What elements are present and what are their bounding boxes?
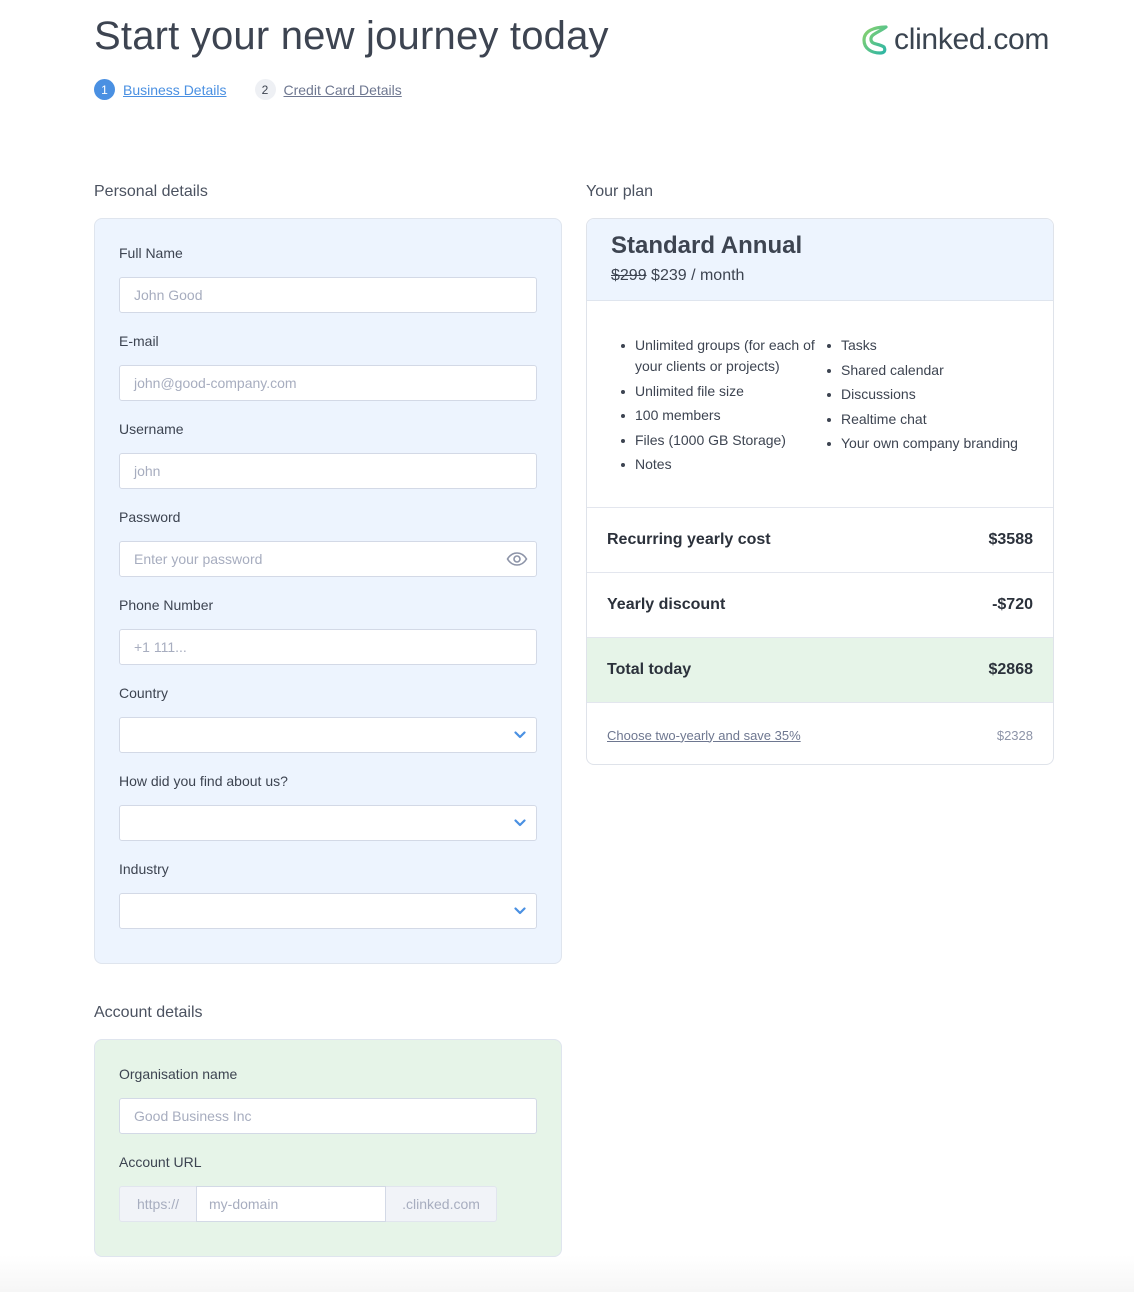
organisation-placeholder: Good Business Inc xyxy=(134,1108,252,1124)
discount-row: Yearly discount -$720 xyxy=(587,572,1053,637)
page-title: Start your new journey today xyxy=(94,14,609,58)
phone-input[interactable]: +1 111... xyxy=(119,629,537,665)
email-placeholder: john@good-company.com xyxy=(134,375,297,391)
plan-price: $299 $239 / month xyxy=(611,267,744,285)
feature-item: Shared calendar xyxy=(827,360,1037,381)
url-prefix: https:// xyxy=(119,1186,196,1222)
country-field: Country xyxy=(119,685,537,753)
full-name-label: Full Name xyxy=(119,245,183,261)
discount-label: Yearly discount xyxy=(607,596,726,613)
industry-select[interactable] xyxy=(119,893,537,929)
plan-new-price: $239 / month xyxy=(651,267,745,284)
account-url-label: Account URL xyxy=(119,1154,202,1170)
logo-text: clinked.com xyxy=(894,23,1050,56)
full-name-field: Full Name John Good xyxy=(119,245,537,313)
step-link-business-details[interactable]: Business Details xyxy=(123,82,227,98)
plan-old-price: $299 xyxy=(611,267,647,284)
industry-field: Industry xyxy=(119,861,537,929)
account-details-panel: Organisation name Good Business Inc Acco… xyxy=(94,1039,562,1257)
feature-item: Files (1000 GB Storage) xyxy=(621,430,821,451)
organisation-input[interactable]: Good Business Inc xyxy=(119,1098,537,1134)
chevron-down-icon xyxy=(514,731,526,739)
referral-label: How did you find about us? xyxy=(119,773,288,789)
full-name-placeholder: John Good xyxy=(134,287,203,303)
step-credit-card-details[interactable]: 2 Credit Card Details xyxy=(254,79,402,100)
password-label: Password xyxy=(119,509,181,525)
features-list-right: Tasks Shared calendar Discussions Realti… xyxy=(827,335,1037,458)
eye-icon[interactable] xyxy=(506,552,528,566)
total-row: Total today $2868 xyxy=(587,637,1053,702)
account-url-field: Account URL https:// my-domain .clinked.… xyxy=(119,1154,537,1222)
password-field: Password Enter your password xyxy=(119,509,537,577)
feature-item: Unlimited groups (for each of your clien… xyxy=(621,335,821,377)
recurring-cost-row: Recurring yearly cost $3588 xyxy=(587,507,1053,572)
clinked-logo-icon xyxy=(862,25,888,55)
domain-placeholder: my-domain xyxy=(209,1196,279,1212)
industry-label: Industry xyxy=(119,861,169,877)
personal-details-panel: Full Name John Good E-mail john@good-com… xyxy=(94,218,562,964)
plan-name: Standard Annual xyxy=(611,232,803,259)
chevron-down-icon xyxy=(514,907,526,915)
total-label: Total today xyxy=(607,661,692,678)
progress-steps: 1 Business Details 2 Credit Card Details xyxy=(94,79,430,100)
step-number: 1 xyxy=(94,79,115,100)
feature-item: Discussions xyxy=(827,384,1037,405)
username-field: Username john xyxy=(119,421,537,489)
recurring-cost-value: $3588 xyxy=(988,531,1034,548)
referral-select[interactable] xyxy=(119,805,537,841)
email-input[interactable]: john@good-company.com xyxy=(119,365,537,401)
plan-card: Standard Annual $299 $239 / month Unlimi… xyxy=(586,218,1054,765)
url-suffix: .clinked.com xyxy=(386,1186,497,1222)
two-yearly-upsell-link[interactable]: Choose two-yearly and save 35% xyxy=(607,728,801,743)
account-details-heading: Account details xyxy=(94,1004,203,1021)
organisation-field: Organisation name Good Business Inc xyxy=(119,1066,537,1134)
organisation-label: Organisation name xyxy=(119,1066,238,1082)
phone-placeholder: +1 111... xyxy=(134,639,187,655)
upsell-row: Choose two-yearly and save 35% $2328 xyxy=(587,702,1053,764)
username-label: Username xyxy=(119,421,184,437)
features-list-left: Unlimited groups (for each of your clien… xyxy=(621,335,821,479)
account-url-group: https:// my-domain .clinked.com xyxy=(119,1186,497,1222)
feature-item: Unlimited file size xyxy=(621,381,821,402)
feature-item: Your own company branding xyxy=(827,433,1037,454)
logo[interactable]: clinked.com xyxy=(860,20,1049,60)
personal-details-heading: Personal details xyxy=(94,183,208,200)
phone-label: Phone Number xyxy=(119,597,214,613)
username-placeholder: john xyxy=(134,463,161,479)
plan-header: Standard Annual $299 $239 / month xyxy=(587,219,1053,301)
username-input[interactable]: john xyxy=(119,453,537,489)
feature-item: Realtime chat xyxy=(827,409,1037,430)
discount-value: -$720 xyxy=(992,596,1033,613)
email-field: E-mail john@good-company.com xyxy=(119,333,537,401)
country-select[interactable] xyxy=(119,717,537,753)
chevron-down-icon xyxy=(514,819,526,827)
feature-item: Tasks xyxy=(827,335,1037,356)
two-yearly-price: $2328 xyxy=(996,727,1033,743)
your-plan-heading: Your plan xyxy=(586,183,654,200)
full-name-input[interactable]: John Good xyxy=(119,277,537,313)
step-link-credit-card-details[interactable]: Credit Card Details xyxy=(284,82,402,98)
password-input[interactable]: Enter your password xyxy=(119,541,537,577)
feature-item: 100 members xyxy=(621,405,821,426)
step-number: 2 xyxy=(254,79,276,100)
referral-field: How did you find about us? xyxy=(119,773,537,841)
total-value: $2868 xyxy=(988,661,1034,678)
feature-item: Notes xyxy=(621,454,821,475)
domain-input[interactable]: my-domain xyxy=(196,1186,386,1222)
country-label: Country xyxy=(119,685,169,701)
recurring-cost-label: Recurring yearly cost xyxy=(607,531,771,548)
email-label: E-mail xyxy=(119,333,159,349)
phone-field: Phone Number +1 111... xyxy=(119,597,537,665)
step-business-details[interactable]: 1 Business Details xyxy=(94,79,227,100)
password-placeholder: Enter your password xyxy=(134,551,263,567)
